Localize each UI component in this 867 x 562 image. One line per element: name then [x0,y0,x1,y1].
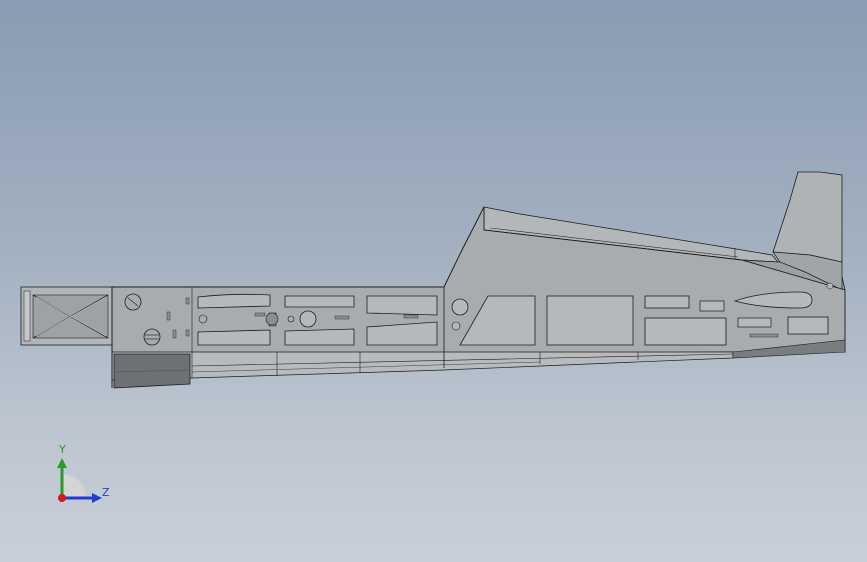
lightening-hole [366,295,438,316]
lightening-hole [787,316,829,335]
z-axis-label: Z [102,486,110,499]
lightening-hole [644,295,690,309]
small-hole [287,315,295,323]
slot [172,329,177,339]
small-hole [451,321,461,331]
slot [185,297,190,305]
round-cutout [299,310,317,328]
cad-graphics-viewport[interactable]: Y Z [0,0,867,562]
lightening-hole [644,317,727,346]
slot [749,333,779,338]
fuselage-model[interactable] [0,0,867,562]
lightening-hole [546,295,634,346]
lightening-hole [197,293,271,309]
lightening-hole [284,295,355,308]
slot [254,312,266,317]
slot [403,314,419,319]
slot [334,315,350,320]
lightening-hole [699,300,725,312]
lightening-hole [737,317,772,328]
firewall-edge [23,290,31,342]
round-cutout [143,328,161,346]
z-axis-arrow-head [92,493,102,503]
small-hole [198,314,208,324]
hex-cutout [265,312,279,326]
lightening-hole [284,328,355,346]
lightening-hole [197,329,271,346]
triad-plane [62,474,86,498]
view-orientation-triad [57,458,102,503]
x-axis-dot [58,494,66,502]
slot [166,311,171,321]
y-axis-arrow-head [57,458,67,468]
slot [185,329,190,337]
y-axis-label: Y [59,443,66,456]
vertical-fin [772,171,843,263]
small-hole [826,282,834,290]
round-cutout [451,298,469,316]
